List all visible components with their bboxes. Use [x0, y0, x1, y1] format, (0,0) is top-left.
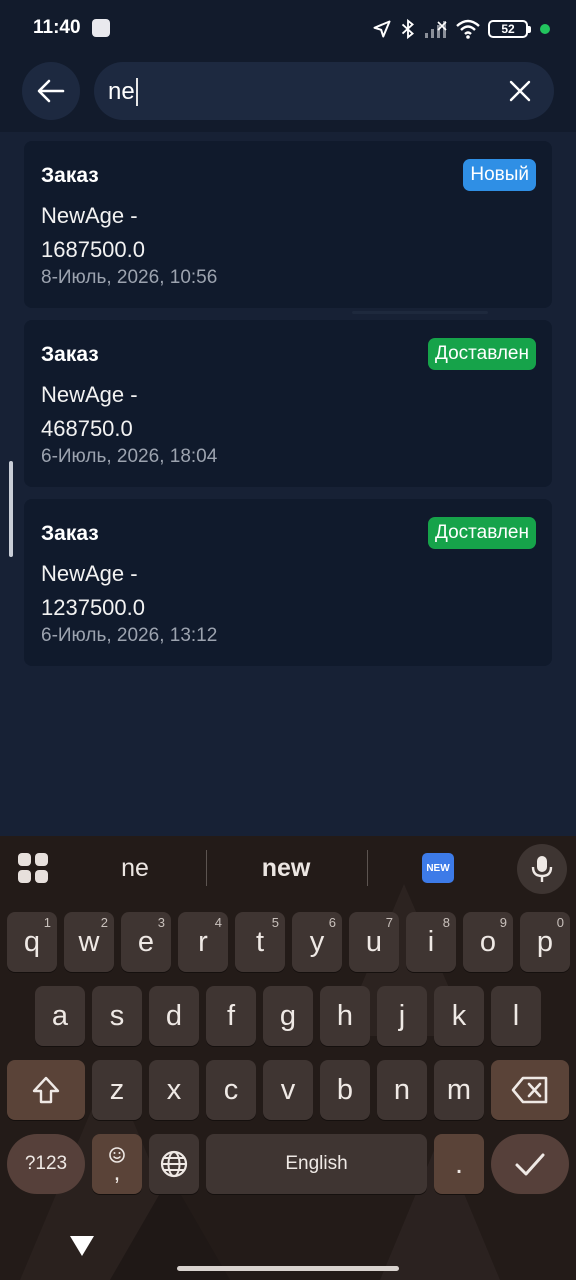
key-e[interactable]: e3	[121, 912, 171, 972]
key-k[interactable]: k	[434, 986, 484, 1046]
key-h[interactable]: h	[320, 986, 370, 1046]
home-indicator[interactable]	[177, 1266, 399, 1271]
key-d[interactable]: d	[149, 986, 199, 1046]
key-p[interactable]: p0	[520, 912, 570, 972]
order-name: NewAge - 1237500.0	[41, 561, 145, 620]
order-card[interactable]: Заказ NewAge - 1687500.0 8-Июль, 2026, 1…	[24, 141, 552, 314]
status-badge: Доставлен	[427, 338, 536, 370]
notification-app-icon	[92, 19, 110, 37]
charging-indicator	[540, 24, 550, 34]
battery-icon: 52	[488, 20, 531, 38]
order-card[interactable]: Заказ NewAge - 468750.0 6-Июль, 2026, 18…	[24, 320, 552, 487]
suggestion-separator	[206, 850, 207, 886]
divider	[352, 311, 488, 314]
key-o[interactable]: o9	[463, 912, 513, 972]
order-title: Заказ	[41, 164, 99, 187]
key-u[interactable]: u7	[349, 912, 399, 972]
hide-keyboard-button[interactable]	[70, 1236, 94, 1261]
apps-grid-icon[interactable]	[18, 853, 48, 883]
search-input[interactable]: ne	[94, 62, 554, 120]
order-list: Заказ NewAge - 1687500.0 8-Июль, 2026, 1…	[24, 141, 552, 678]
order-date: 6-Июль, 2026, 18:04	[41, 446, 218, 467]
key-n[interactable]: n	[377, 1060, 427, 1120]
suggestion-bar: ne new NEW	[0, 836, 576, 900]
triangle-down-icon	[70, 1236, 94, 1256]
key-f[interactable]: f	[206, 986, 256, 1046]
key-c[interactable]: c	[206, 1060, 256, 1120]
key-x[interactable]: x	[149, 1060, 199, 1120]
key-r[interactable]: r4	[178, 912, 228, 972]
battery-level: 52	[501, 22, 515, 36]
shift-key[interactable]	[7, 1060, 85, 1120]
enter-key[interactable]	[491, 1134, 569, 1194]
order-title: Заказ	[41, 522, 99, 545]
status-badge: Доставлен	[427, 517, 536, 549]
key-m[interactable]: m	[434, 1060, 484, 1120]
voice-input-button[interactable]	[517, 844, 567, 894]
arrow-left-icon	[37, 79, 65, 103]
key-t[interactable]: t5	[235, 912, 285, 972]
shift-arrow-icon	[32, 1076, 60, 1104]
comma-label: ,	[113, 1159, 121, 1186]
period-key[interactable]: .	[434, 1134, 484, 1194]
suggestion-ne[interactable]: ne	[95, 854, 175, 883]
suggestion-new[interactable]: new	[246, 854, 326, 883]
symbols-key[interactable]: ?123	[7, 1134, 85, 1194]
location-arrow-icon	[373, 20, 391, 38]
order-date: 8-Июль, 2026, 10:56	[41, 267, 218, 288]
order-name: NewAge - 1687500.0	[41, 203, 145, 262]
microphone-icon	[531, 856, 553, 882]
key-z[interactable]: z	[92, 1060, 142, 1120]
key-b[interactable]: b	[320, 1060, 370, 1120]
search-header: ne	[0, 58, 576, 132]
bluetooth-icon	[401, 18, 414, 40]
keyboard-background-pattern	[20, 884, 500, 1280]
space-key[interactable]: English	[206, 1134, 427, 1194]
checkmark-icon	[515, 1153, 545, 1176]
backspace-key[interactable]	[491, 1060, 569, 1120]
suggestion-separator	[367, 850, 368, 886]
status-badge: Новый	[463, 159, 536, 191]
status-time: 11:40	[33, 17, 81, 38]
clear-search-button[interactable]	[506, 77, 534, 105]
order-card[interactable]: Заказ NewAge - 1237500.0 6-Июль, 2026, 1…	[24, 499, 552, 666]
status-bar: 11:40 52	[0, 0, 576, 58]
key-i[interactable]: i8	[406, 912, 456, 972]
key-s[interactable]: s	[92, 986, 142, 1046]
key-w[interactable]: w2	[64, 912, 114, 972]
order-title: Заказ	[41, 343, 99, 366]
key-v[interactable]: v	[263, 1060, 313, 1120]
scrollbar[interactable]	[9, 461, 13, 557]
key-y[interactable]: y6	[292, 912, 342, 972]
status-icons: 52	[372, 16, 550, 42]
key-l[interactable]: l	[491, 986, 541, 1046]
key-a[interactable]: a	[35, 986, 85, 1046]
order-name: NewAge - 468750.0	[41, 382, 138, 441]
key-q[interactable]: q1	[7, 912, 57, 972]
wifi-icon	[456, 19, 480, 39]
key-j[interactable]: j	[377, 986, 427, 1046]
emoji-comma-key[interactable]: ,	[92, 1134, 142, 1194]
new-emoji-suggestion[interactable]: NEW	[422, 853, 454, 883]
back-button[interactable]	[22, 62, 80, 120]
close-icon	[509, 80, 531, 102]
language-key[interactable]	[149, 1134, 199, 1194]
keyboard: ne new NEW q1 w2 e3 r4 t5 y6 u7 i8 o9 p0…	[0, 836, 576, 1280]
order-date: 6-Июль, 2026, 13:12	[41, 625, 218, 646]
search-query: ne	[108, 78, 135, 105]
signal-icon	[425, 21, 447, 38]
text-cursor	[135, 78, 138, 106]
key-g[interactable]: g	[263, 986, 313, 1046]
backspace-icon	[511, 1076, 548, 1104]
globe-icon	[160, 1150, 188, 1178]
